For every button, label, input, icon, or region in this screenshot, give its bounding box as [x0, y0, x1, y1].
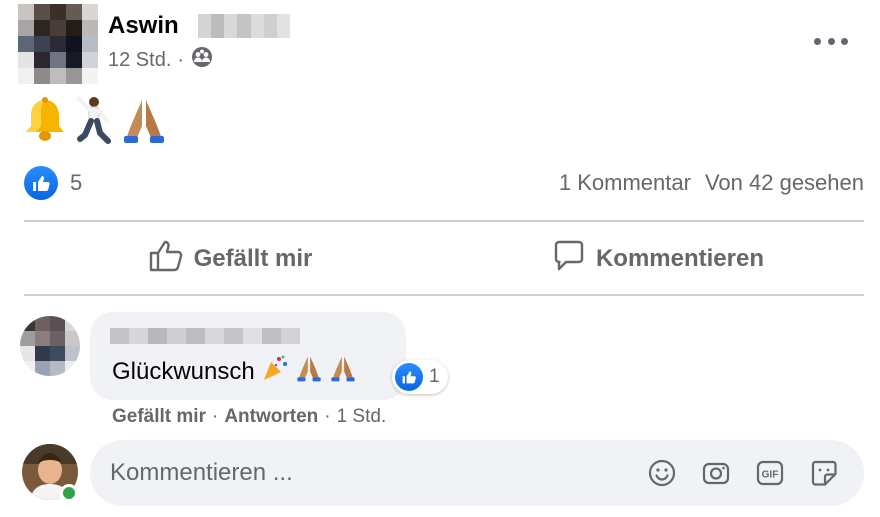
divider — [24, 220, 864, 222]
sticker-icon[interactable] — [808, 457, 840, 489]
svg-text:GIF: GIF — [762, 470, 779, 481]
speech-bubble-icon — [552, 239, 586, 280]
comment-button[interactable]: Kommentieren — [452, 226, 864, 292]
folded-hands-icon — [329, 354, 357, 389]
like-button-label: Gefällt mir — [193, 245, 313, 272]
separator: · — [324, 406, 331, 427]
more-options-icon[interactable] — [814, 30, 848, 52]
comment-reaction-count: 1 — [429, 366, 440, 387]
dancer-icon — [74, 95, 114, 150]
like-count: 5 — [70, 170, 83, 195]
commenter-avatar[interactable] — [20, 316, 80, 376]
like-reaction-icon — [395, 363, 423, 391]
composer-tools: GIF — [646, 457, 840, 489]
comment-button-label: Kommentieren — [595, 245, 765, 272]
post-content — [22, 96, 168, 148]
camera-icon[interactable] — [700, 457, 732, 489]
author-avatar[interactable] — [18, 4, 98, 84]
post-timestamp[interactable]: 12 Std. — [108, 49, 171, 72]
thumbs-up-icon — [148, 239, 184, 280]
separator: · — [211, 406, 219, 427]
comment-time[interactable]: 1 Std. — [337, 406, 387, 428]
comment-bubble: Glückwunsch — [90, 312, 406, 400]
like-reaction-icon — [24, 166, 58, 200]
party-popper-icon — [261, 354, 289, 389]
comment-reply-link[interactable]: Antworten — [224, 406, 318, 428]
post-meta: 12 Std. · — [108, 46, 214, 74]
divider — [24, 294, 864, 296]
bell-icon — [22, 96, 68, 149]
online-status-indicator — [60, 484, 78, 502]
emoji-icon[interactable] — [646, 457, 678, 489]
comment-text: Glückwunsch — [112, 354, 357, 389]
author-name-redacted — [198, 14, 290, 38]
folded-hands-icon — [120, 96, 168, 149]
like-button[interactable]: Gefällt mir — [24, 226, 436, 292]
comment-count[interactable]: 1 Kommentar — [559, 170, 691, 196]
meta-separator: · — [177, 48, 185, 71]
comment-composer: GIF — [90, 440, 864, 506]
comment-actions: Gefällt mir · Antworten · 1 Std. — [112, 406, 386, 428]
friends-icon[interactable] — [190, 46, 214, 74]
view-count: Von 42 gesehen — [704, 170, 864, 195]
comment-reaction-pill[interactable]: 1 — [392, 360, 448, 394]
gif-icon[interactable]: GIF — [754, 457, 786, 489]
post-stats: 1 Kommentar Von 42 gesehen — [559, 166, 864, 200]
commenter-name-redacted[interactable] — [110, 328, 300, 344]
comment-like-link[interactable]: Gefällt mir — [112, 406, 206, 428]
reaction-summary[interactable]: 5 — [24, 166, 82, 200]
comment-body: Glückwunsch — [112, 357, 255, 385]
comment-input[interactable] — [110, 440, 630, 506]
author-name[interactable]: Aswin — [108, 12, 179, 40]
folded-hands-icon — [295, 354, 323, 389]
